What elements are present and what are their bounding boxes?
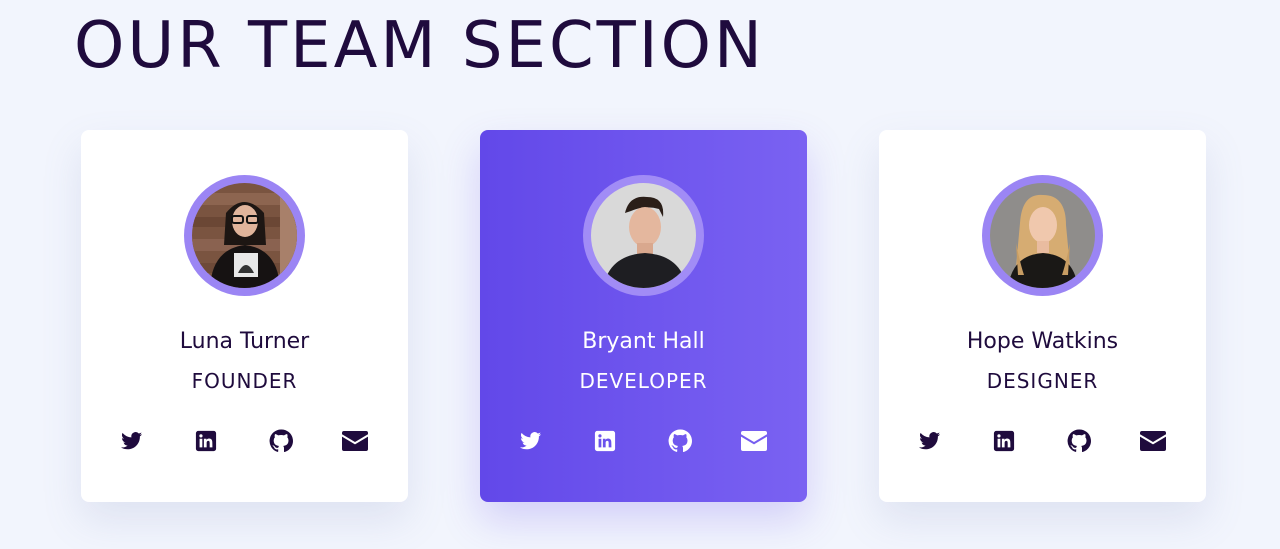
twitter-icon[interactable] bbox=[516, 428, 546, 454]
avatar-ring bbox=[583, 175, 704, 296]
member-name: Luna Turner bbox=[179, 329, 310, 354]
email-icon[interactable] bbox=[739, 428, 769, 454]
email-icon[interactable] bbox=[1138, 428, 1168, 454]
member-role: FOUNDER bbox=[191, 369, 298, 393]
github-icon[interactable] bbox=[266, 428, 296, 454]
linkedin-icon[interactable] bbox=[989, 428, 1019, 454]
email-icon[interactable] bbox=[340, 428, 370, 454]
avatar bbox=[591, 183, 696, 288]
team-card-bryant-hall: Bryant Hall DEVELOPER bbox=[480, 130, 807, 502]
avatar bbox=[192, 183, 297, 288]
social-links bbox=[117, 428, 370, 454]
twitter-icon[interactable] bbox=[117, 428, 147, 454]
avatar bbox=[990, 183, 1095, 288]
member-role: DESIGNER bbox=[986, 369, 1099, 393]
avatar-ring bbox=[184, 175, 305, 296]
team-card-luna-turner: Luna Turner FOUNDER bbox=[81, 130, 408, 502]
github-icon[interactable] bbox=[665, 428, 695, 454]
linkedin-icon[interactable] bbox=[191, 428, 221, 454]
section-title: OUR TEAM SECTION bbox=[74, 9, 765, 83]
github-icon[interactable] bbox=[1064, 428, 1094, 454]
twitter-icon[interactable] bbox=[915, 428, 945, 454]
social-links bbox=[516, 428, 769, 454]
member-name: Hope Watkins bbox=[966, 329, 1119, 354]
team-card-hope-watkins: Hope Watkins DESIGNER bbox=[879, 130, 1206, 502]
member-role: DEVELOPER bbox=[579, 369, 708, 393]
social-links bbox=[915, 428, 1168, 454]
avatar-ring bbox=[982, 175, 1103, 296]
linkedin-icon[interactable] bbox=[590, 428, 620, 454]
member-name: Bryant Hall bbox=[582, 329, 705, 354]
